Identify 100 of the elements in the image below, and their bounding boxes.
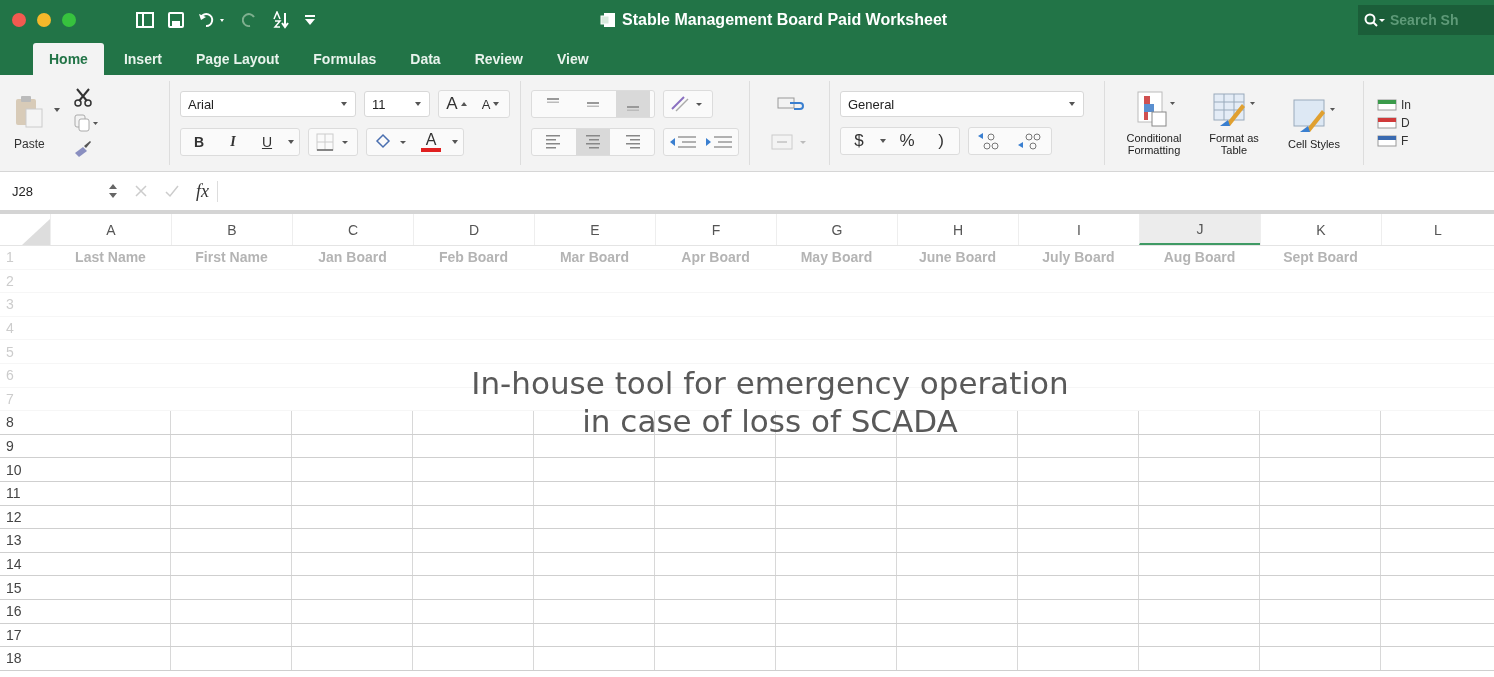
table-cell-text: June Board <box>918 248 997 268</box>
table-row-icon <box>1376 134 1398 148</box>
table-row-icon <box>1376 116 1398 130</box>
sort-icon[interactable] <box>272 11 290 29</box>
minimize-window-button[interactable] <box>37 13 51 27</box>
sidebar-icon[interactable] <box>136 12 154 28</box>
clipboard-icon <box>14 95 45 129</box>
style-button[interactable]: Format as Table <box>1197 90 1271 156</box>
align-icon <box>584 135 602 149</box>
ribbon-tab[interactable]: Insert <box>109 43 177 75</box>
column-header[interactable]: G <box>776 214 897 245</box>
bold-button[interactable]: B <box>185 129 213 155</box>
table-cell-text: Jan Board <box>317 248 388 268</box>
ribbon-tab[interactable]: Formulas <box>299 43 391 75</box>
table-cell-text: Mar Board <box>558 248 631 268</box>
table-cell-text: Aug Board <box>1162 248 1237 268</box>
table-cell-text: Sept Board <box>1282 248 1359 268</box>
zoom-window-button[interactable] <box>62 13 76 27</box>
style-button[interactable]: Conditional Formatting <box>1117 90 1191 156</box>
column-header[interactable]: L <box>1381 214 1494 245</box>
font-size-field[interactable]: 11 <box>364 91 430 117</box>
redo-icon[interactable] <box>242 12 258 28</box>
copy-icon[interactable] <box>72 113 99 133</box>
search-icon <box>1364 13 1386 27</box>
column-header[interactable]: B <box>171 214 292 245</box>
ribbon-tab[interactable]: Home <box>33 43 104 75</box>
search-field[interactable]: Search Sh <box>1358 5 1494 35</box>
ribbon-tab[interactable]: Data <box>396 43 455 75</box>
align-icon <box>627 105 639 111</box>
document-icon <box>600 12 616 28</box>
row-header[interactable]: 17 <box>0 623 50 647</box>
align-icon <box>587 101 599 107</box>
increase-indent-icon[interactable] <box>704 134 734 150</box>
row-header[interactable]: 13 <box>0 529 50 552</box>
ribbon-tab[interactable]: Page Layout <box>182 43 294 75</box>
insert-function-button[interactable]: fx <box>196 180 218 202</box>
scissors-icon[interactable] <box>72 87 93 107</box>
caret-icon <box>414 101 422 107</box>
align-icon <box>624 135 642 149</box>
checkmark-icon[interactable] <box>164 184 180 198</box>
caret-icon <box>1068 101 1076 107</box>
table-cell-text: May Board <box>799 248 874 268</box>
row-header[interactable]: 14 <box>0 552 50 576</box>
grow-font-button[interactable]: A <box>443 91 471 117</box>
save-icon[interactable] <box>168 12 184 28</box>
caption-line: in case of loss of SCADA <box>582 402 958 440</box>
shrink-font-button[interactable]: A <box>477 91 505 117</box>
stepper-icon[interactable] <box>108 182 118 200</box>
decrease-indent-icon[interactable] <box>668 134 698 150</box>
cells-button[interactable]: In <box>1376 98 1411 112</box>
column-header[interactable]: K <box>1260 214 1381 245</box>
window-title: Stable Management Board Paid Worksheet <box>622 11 948 29</box>
caret-icon <box>459 101 468 107</box>
paste-button[interactable]: Paste <box>10 95 49 151</box>
vertical-align-button[interactable] <box>616 91 650 117</box>
caret-icon[interactable] <box>879 138 887 144</box>
column-header[interactable]: H <box>897 214 1018 245</box>
caption-line: In-house tool for emergency operation <box>471 364 1069 402</box>
column-header[interactable]: D <box>413 214 534 245</box>
row-header[interactable]: 8 <box>0 411 50 434</box>
percent-button[interactable]: % <box>893 128 921 154</box>
align-icon <box>544 135 562 149</box>
row-header[interactable]: 18 <box>0 647 50 670</box>
row-header[interactable]: 16 <box>0 599 50 623</box>
row-header[interactable]: 11 <box>0 481 50 505</box>
row-header[interactable]: 9 <box>0 434 50 458</box>
column-header[interactable]: E <box>534 214 655 245</box>
table-cell-text: First Name <box>194 248 269 268</box>
caret-icon <box>492 101 501 107</box>
table-cell-text: Feb Board <box>437 248 510 268</box>
italic-button[interactable]: I <box>219 129 247 155</box>
column-header[interactable]: F <box>655 214 776 245</box>
row-header[interactable]: 12 <box>0 505 50 529</box>
underline-button[interactable]: U <box>253 129 281 155</box>
caret-icon[interactable] <box>451 139 459 145</box>
column-header[interactable]: C <box>292 214 413 245</box>
row-header[interactable]: 15 <box>0 576 50 599</box>
font-name-field[interactable]: Arial <box>180 91 356 117</box>
name-box[interactable]: J28 <box>12 183 92 199</box>
align-icon <box>547 97 559 103</box>
caret-icon[interactable] <box>52 107 61 113</box>
number-format-field[interactable]: General <box>840 91 1084 117</box>
comma-style-button[interactable]: ) <box>927 128 955 154</box>
table-cell-text: Apr Board <box>680 248 751 268</box>
customize-caret-icon[interactable] <box>304 14 316 26</box>
style-button[interactable]: Cell Styles <box>1277 96 1351 150</box>
row-header[interactable]: 10 <box>0 458 50 481</box>
ribbon-tab[interactable]: Review <box>460 43 537 75</box>
caret-icon[interactable] <box>287 139 295 145</box>
currency-button[interactable]: $ <box>845 128 873 154</box>
caret-icon <box>340 101 348 107</box>
table-row-icon <box>1376 98 1398 112</box>
ribbon-tab[interactable]: View <box>542 43 603 75</box>
table-cell-text: Last Name <box>74 248 147 268</box>
table-cell-text: July Board <box>1041 248 1116 268</box>
horizontal-align-button[interactable] <box>576 129 610 155</box>
cells-button[interactable]: D <box>1376 116 1411 130</box>
column-header[interactable]: J <box>1139 214 1260 245</box>
column-header[interactable]: A <box>50 214 171 245</box>
cells-button[interactable]: F <box>1376 134 1411 148</box>
